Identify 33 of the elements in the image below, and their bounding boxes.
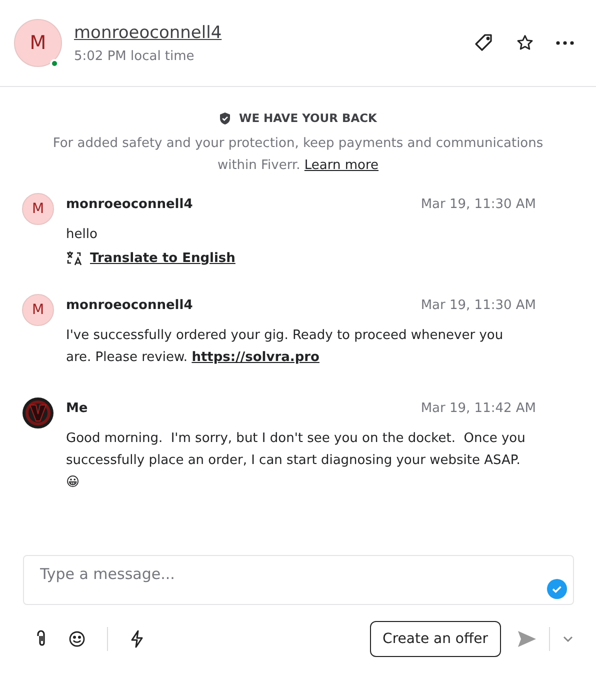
shield-icon: [219, 112, 232, 124]
translate-link[interactable]: Translate to English: [90, 250, 236, 266]
learn-more-link[interactable]: Learn more: [304, 158, 379, 173]
chevron-down-icon[interactable]: [562, 635, 574, 643]
sender-name: monroeoconnell4: [66, 298, 193, 313]
message-link[interactable]: https://solvra.pro: [192, 350, 320, 365]
translate-icon: [66, 250, 82, 266]
star-icon[interactable]: [516, 34, 534, 52]
message-time: Mar 19, 11:30 AM: [420, 298, 536, 313]
emoji-icon[interactable]: [69, 631, 85, 647]
local-time: 5:02 PM local time: [74, 48, 196, 64]
create-offer-button[interactable]: Create an offer: [370, 621, 501, 657]
check-icon: [547, 579, 567, 599]
send-icon[interactable]: [517, 630, 537, 648]
message-text: I've successfully ordered your gig. Ready to proceed whenever you are. Please review. https://solvra.pro: [66, 327, 504, 367]
avatar: M: [14, 19, 62, 67]
message-time: Mar 19, 11:30 AM: [420, 197, 536, 212]
message-input[interactable]: Type a message...: [23, 555, 574, 605]
avatar-logo-icon: [22, 397, 54, 429]
tag-icon[interactable]: [474, 33, 494, 53]
sender-name: Me: [66, 401, 88, 416]
message-text: Good morning. I'm sorry, but I don't see you on the docket. Once you successfully place an order, I can start diagnosing your website ASAP. 😀: [66, 430, 526, 492]
notice-title: WE HAVE YOUR BACK: [239, 111, 377, 125]
message-text: hello: [66, 226, 98, 244]
username-link[interactable]: monroeoconnell4: [74, 22, 222, 42]
more-icon[interactable]: [556, 41, 574, 45]
message-time: Mar 19, 11:42 AM: [420, 401, 536, 416]
lightning-icon[interactable]: [130, 630, 144, 648]
notice-text: For added safety and your protection, keep payments and communications within Fiverr. Learn more: [52, 135, 544, 175]
avatar: M: [22, 193, 54, 225]
sender-name: monroeoconnell4: [66, 197, 193, 212]
avatar: M: [22, 294, 54, 326]
attachment-icon[interactable]: [37, 630, 47, 648]
